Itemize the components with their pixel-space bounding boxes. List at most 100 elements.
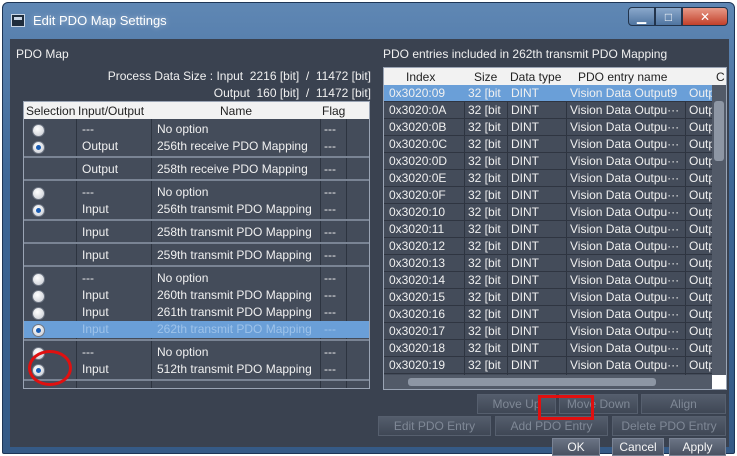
pdo-entry-row[interactable]: 0x3020:0D 32 [bit DINT Vision Data Outpu···… xyxy=(384,153,719,170)
pdo-map-row[interactable]: Input 256th transmit PDO Mapping --- xyxy=(24,201,369,218)
mapping-name-cell: No option xyxy=(157,122,209,136)
entries-horizontal-scrollbar[interactable] xyxy=(384,375,714,389)
entry-size-cell: 32 [bit xyxy=(468,341,501,355)
flag-cell: --- xyxy=(324,139,336,153)
pdo-map-row[interactable]: Input 262th transmit PDO Mapping --- xyxy=(24,321,369,338)
pdo-map-row[interactable]: Input 258th transmit PDO Mapping --- xyxy=(24,224,369,241)
entry-size-cell: 32 [bit xyxy=(468,154,501,168)
pdo-map-row[interactable]: Input 259th transmit PDO Mapping --- xyxy=(24,247,369,264)
flag-cell: --- xyxy=(324,122,336,136)
pdo-entry-row[interactable]: 0x3020:0A 32 [bit DINT Vision Data Outpu···… xyxy=(384,102,719,119)
entry-index-cell: 0x3020:0C xyxy=(389,137,448,151)
entry-type-cell: DINT xyxy=(511,171,539,185)
entry-size-cell: 32 [bit xyxy=(468,324,501,338)
column-size[interactable]: Size xyxy=(474,70,497,84)
pdo-map-row[interactable]: --- No option --- xyxy=(24,121,369,138)
column-index[interactable]: Index xyxy=(406,70,435,84)
mapping-name-cell: 262th transmit PDO Mapping xyxy=(157,322,312,336)
radio-button[interactable] xyxy=(32,204,45,217)
entry-type-cell: DINT xyxy=(511,103,539,117)
pdo-entry-row[interactable]: 0x3020:16 32 [bit DINT Vision Data Outpu···… xyxy=(384,306,719,323)
ok-highlight-annotation xyxy=(538,395,594,420)
flag-cell: --- xyxy=(324,225,336,239)
io-cell: --- xyxy=(82,345,94,359)
entry-name-cell: Vision Data Outpu··· xyxy=(570,154,680,168)
pdo-entry-row[interactable]: 0x3020:11 32 [bit DINT Vision Data Outpu···… xyxy=(384,221,719,238)
pdo-entry-row[interactable]: 0x3020:10 32 [bit DINT Vision Data Outpu···… xyxy=(384,204,719,221)
pdo-map-row[interactable]: Output 256th receive PDO Mapping --- xyxy=(24,138,369,155)
close-button[interactable]: ✕ xyxy=(682,7,728,26)
radio-button[interactable] xyxy=(32,273,45,286)
entry-size-cell: 32 [bit xyxy=(468,103,501,117)
pdo-map-row[interactable]: Output 258th receive PDO Mapping --- xyxy=(24,161,369,178)
maximize-button[interactable]: □ xyxy=(655,7,682,26)
pdo-map-row[interactable]: Input 261th transmit PDO Mapping --- xyxy=(24,304,369,321)
column-flag[interactable]: Flag xyxy=(322,104,345,118)
entry-size-cell: 32 [bit xyxy=(468,256,501,270)
entry-name-cell: Vision Data Outpu··· xyxy=(570,341,680,355)
io-cell: Input xyxy=(82,288,109,302)
edit-pdo-map-dialog: Edit PDO Map Settings ▁ □ ✕ PDO Map Proc… xyxy=(2,2,735,456)
vertical-scroll-thumb[interactable] xyxy=(714,101,724,161)
entry-size-cell: 32 [bit xyxy=(468,120,501,134)
pdo-map-row[interactable]: --- No option --- xyxy=(24,270,369,287)
horizontal-scroll-thumb[interactable] xyxy=(408,378,656,386)
entry-index-cell: 0x3020:0D xyxy=(389,154,448,168)
flag-cell: --- xyxy=(324,322,336,336)
pdo-entry-row[interactable]: 0x3020:15 32 [bit DINT Vision Data Outpu···… xyxy=(384,289,719,306)
radio-button[interactable] xyxy=(32,290,45,303)
entry-index-cell: 0x3020:0E xyxy=(389,171,447,185)
selection-cell xyxy=(24,305,75,322)
pdo-entry-row[interactable]: 0x3020:0F 32 [bit DINT Vision Data Outpu···… xyxy=(384,187,719,204)
entry-index-cell: 0x3020:12 xyxy=(389,239,446,253)
pdo-entry-row[interactable]: 0x3020:0E 32 [bit DINT Vision Data Outpu···… xyxy=(384,170,719,187)
radio-button[interactable] xyxy=(32,124,45,137)
pdo-entry-row[interactable]: 0x3020:19 32 [bit DINT Vision Data Outpu···… xyxy=(384,357,719,374)
pdo-entries-table: Index Size Data type PDO entry name C 0x… xyxy=(383,67,727,390)
entry-type-cell: DINT xyxy=(511,307,539,321)
radio-button[interactable] xyxy=(32,187,45,200)
entry-type-cell: DINT xyxy=(511,273,539,287)
pdo-entry-row[interactable]: 0x3020:13 32 [bit DINT Vision Data Outpu···… xyxy=(384,255,719,272)
pdo-map-group: Input 258th transmit PDO Mapping --- xyxy=(24,223,369,244)
align-button[interactable]: Align xyxy=(641,394,726,414)
mapping-name-cell: No option xyxy=(157,185,209,199)
entry-type-cell: DINT xyxy=(511,137,539,151)
pdo-map-row[interactable]: Input 260th transmit PDO Mapping --- xyxy=(24,287,369,304)
minimize-button[interactable]: ▁ xyxy=(628,7,655,26)
io-cell: --- xyxy=(82,185,94,199)
ok-button[interactable]: OK xyxy=(552,438,600,456)
pdo-entry-row[interactable]: 0x3020:09 32 [bit DINT Vision Data Output9 O… xyxy=(384,85,719,102)
radio-button[interactable] xyxy=(32,324,45,337)
pdo-map-group: Input 259th transmit PDO Mapping --- xyxy=(24,246,369,267)
radio-button[interactable] xyxy=(32,141,45,154)
pdo-entry-row[interactable]: 0x3020:0C 32 [bit DINT Vision Data Outpu···… xyxy=(384,136,719,153)
pdo-entry-row[interactable]: 0x3020:18 32 [bit DINT Vision Data Outpu···… xyxy=(384,340,719,357)
mapping-name-cell: 259th transmit PDO Mapping xyxy=(157,248,312,262)
column-selection[interactable]: Selection xyxy=(26,104,75,118)
pdo-entry-row[interactable]: 0x3020:14 32 [bit DINT Vision Data Outpu···… xyxy=(384,272,719,289)
entry-index-cell: 0x3020:10 xyxy=(389,205,446,219)
column-output[interactable]: C xyxy=(716,70,725,84)
entry-size-cell: 32 [bit xyxy=(468,86,501,100)
pdo-map-row[interactable]: Input 512th transmit PDO Mapping --- xyxy=(24,361,369,378)
column-name[interactable]: Name xyxy=(220,104,252,118)
column-entry-name[interactable]: PDO entry name xyxy=(578,70,667,84)
radio-button[interactable] xyxy=(32,307,45,320)
cancel-button[interactable]: Cancel xyxy=(612,438,664,456)
entry-size-cell: 32 [bit xyxy=(468,188,501,202)
entry-name-cell: Vision Data Outpu··· xyxy=(570,205,680,219)
entries-vertical-scrollbar[interactable] xyxy=(712,85,726,375)
column-input-output[interactable]: Input/Output xyxy=(78,104,144,118)
pdo-entry-row[interactable]: 0x3020:17 32 [bit DINT Vision Data Outpu···… xyxy=(384,323,719,340)
io-cell: Output xyxy=(82,162,119,176)
delete-pdo-entry-button[interactable]: Delete PDO Entry xyxy=(612,416,726,436)
pdo-map-row[interactable]: --- No option --- xyxy=(24,344,369,361)
pdo-entry-row[interactable]: 0x3020:0B 32 [bit DINT Vision Data Outpu···… xyxy=(384,119,719,136)
apply-button[interactable]: Apply xyxy=(669,438,726,456)
flag-cell: --- xyxy=(324,362,336,376)
column-data-type[interactable]: Data type xyxy=(510,70,561,84)
pdo-map-row[interactable]: --- No option --- xyxy=(24,184,369,201)
edit-pdo-entry-button[interactable]: Edit PDO Entry xyxy=(378,416,491,436)
pdo-entry-row[interactable]: 0x3020:12 32 [bit DINT Vision Data Outpu···… xyxy=(384,238,719,255)
